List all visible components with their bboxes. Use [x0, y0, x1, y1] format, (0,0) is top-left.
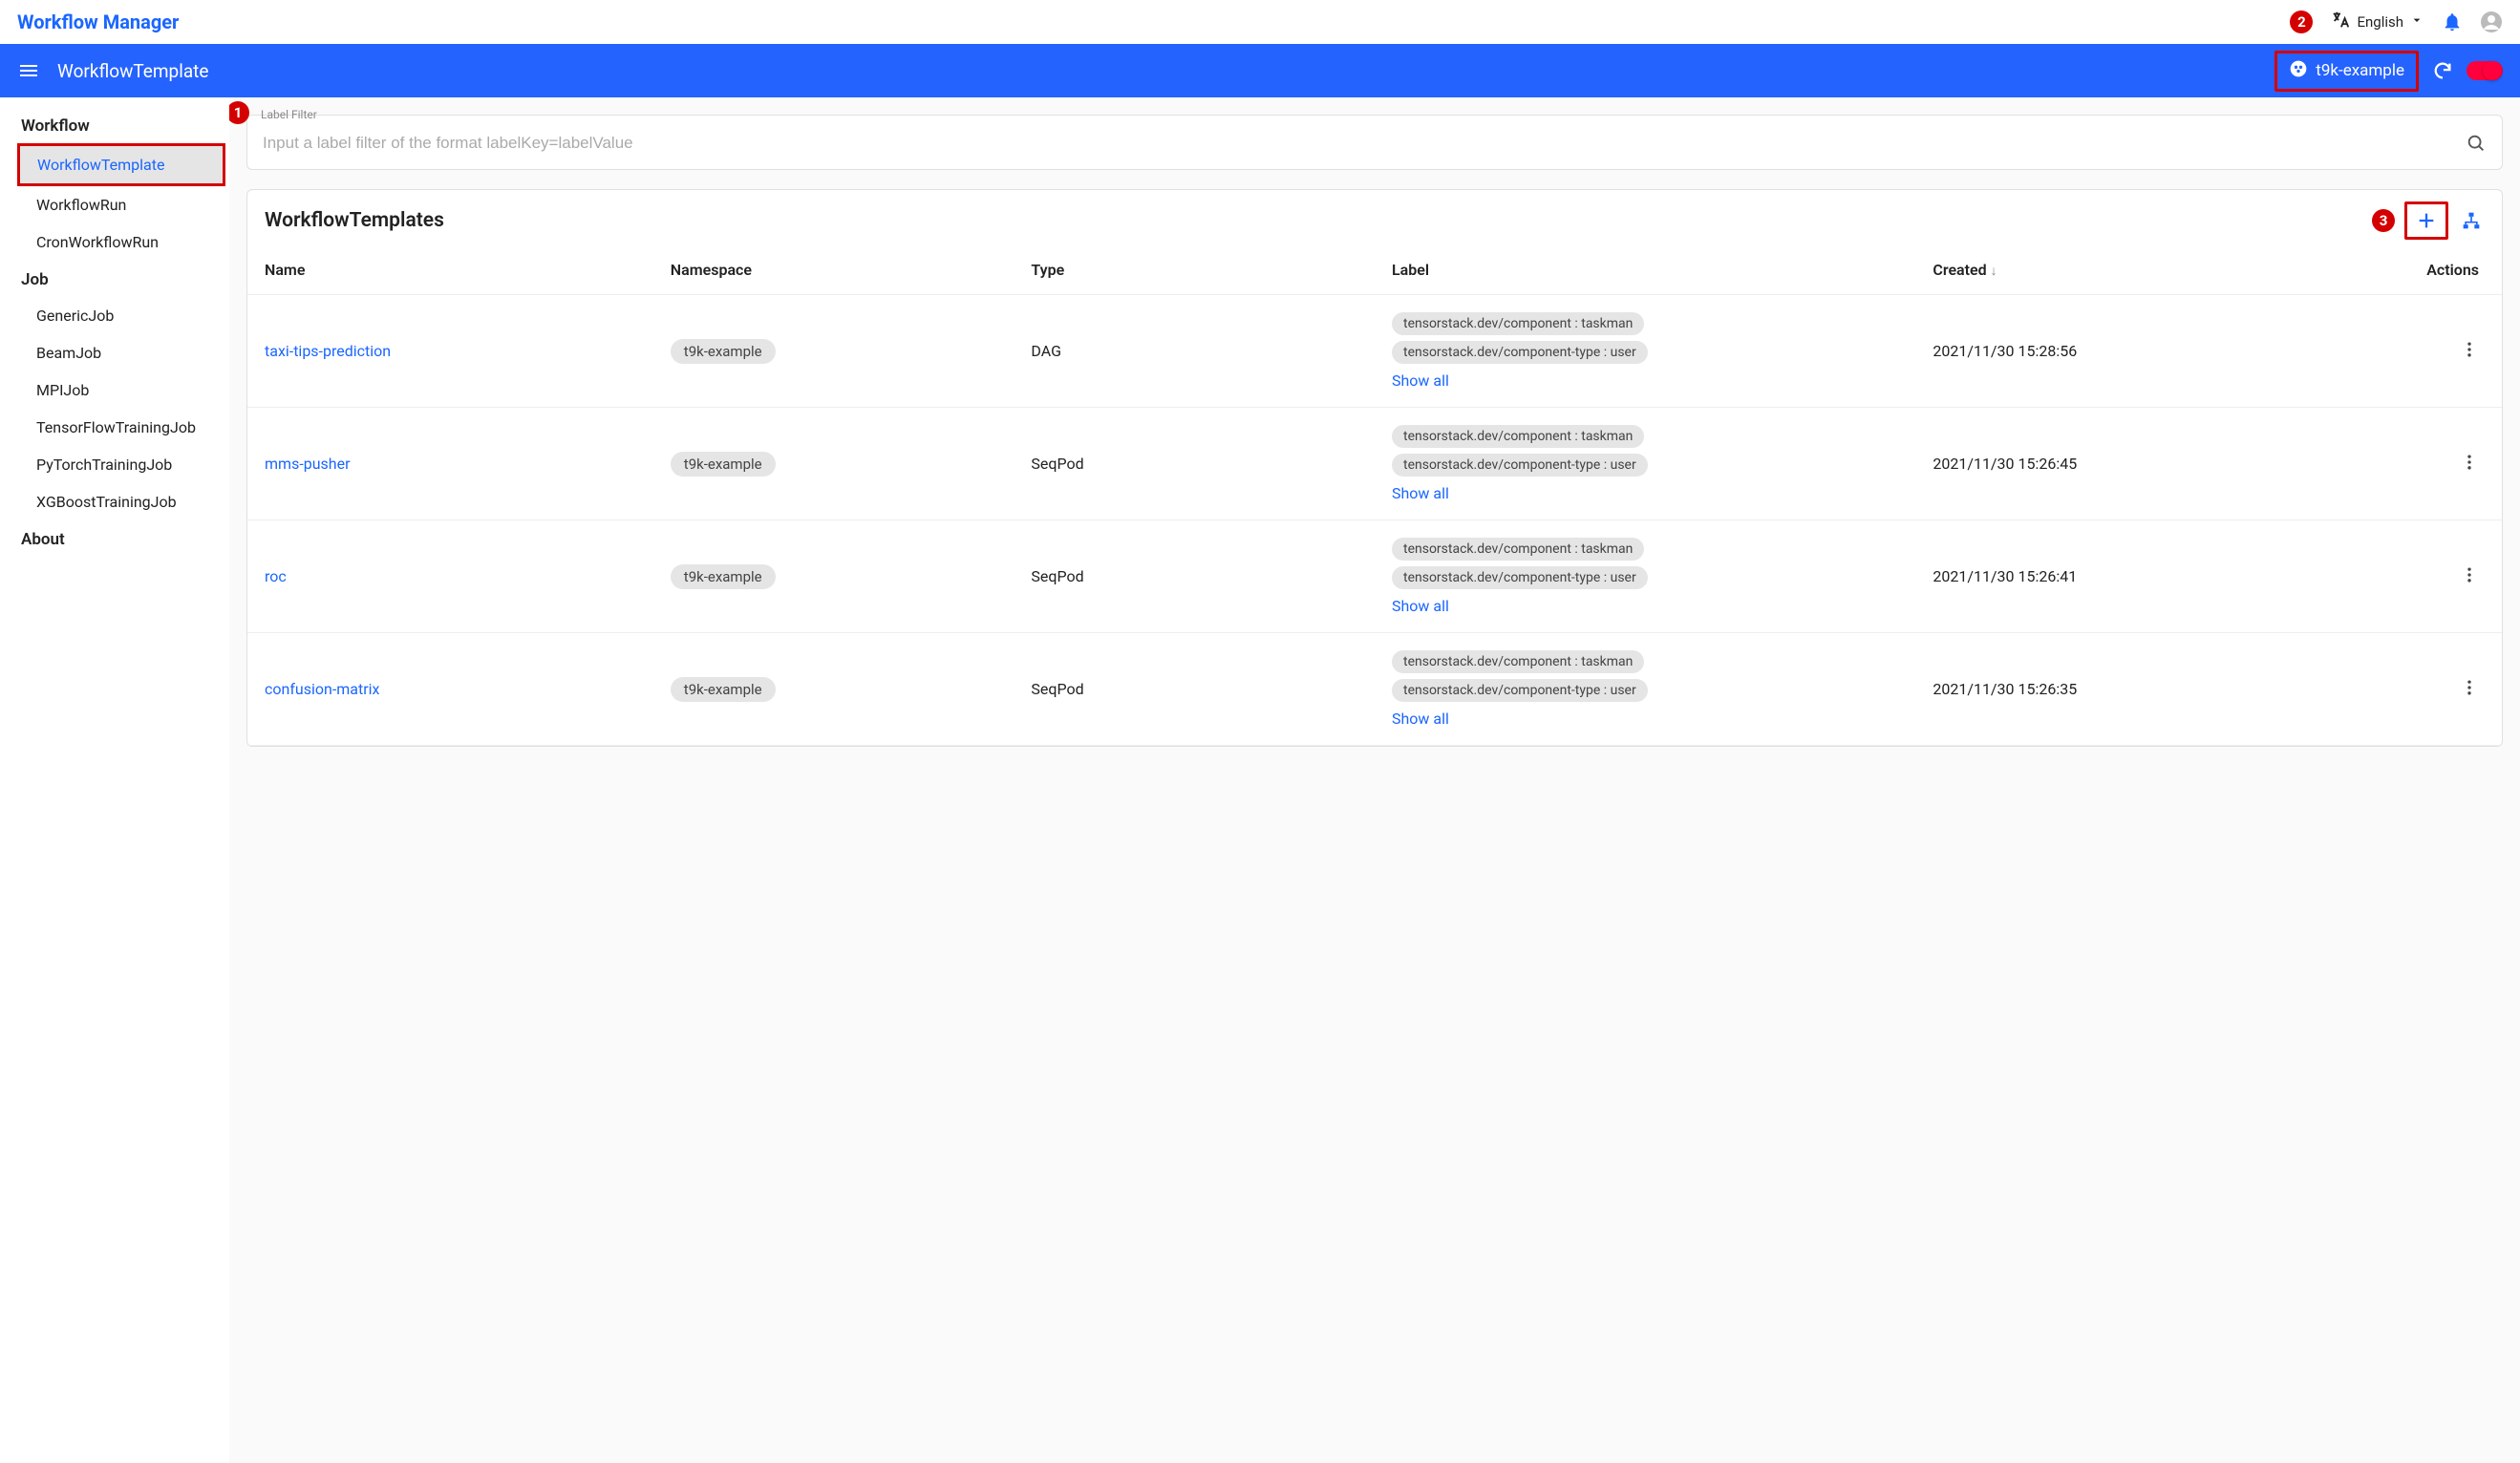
page-title: WorkflowTemplate [57, 60, 208, 82]
topbar-right: 2 English [2290, 10, 2503, 34]
label-cell: tensorstack.dev/component : taskman tenso… [1375, 633, 1915, 746]
table-header: WorkflowTemplates 3 [247, 190, 2502, 244]
more-icon[interactable] [2460, 570, 2479, 588]
main: WorkflowWorkflowTemplateWorkflowRunCronW… [0, 97, 2520, 1463]
filter-card: Label Filter [246, 115, 2503, 170]
table-header-actions: 3 [2372, 201, 2485, 240]
refresh-icon[interactable] [2432, 60, 2453, 81]
created-cell: 2021/11/30 15:26:41 [1915, 520, 2321, 633]
label-cell: tensorstack.dev/component : taskman tenso… [1375, 295, 1915, 408]
sidebar-item-pytorchtrainingjob[interactable]: PyTorchTrainingJob [0, 446, 229, 483]
label-chip: tensorstack.dev/component-type : user [1392, 454, 1648, 477]
created-cell: 2021/11/30 15:28:56 [1915, 295, 2321, 408]
table-title: WorkflowTemplates [265, 209, 444, 232]
sidebar-item-tensorflowtrainingjob[interactable]: TensorFlowTrainingJob [0, 409, 229, 446]
sidebar-section-title[interactable]: About [0, 520, 229, 557]
app-bar: WorkflowTemplate t9k-example [0, 44, 2520, 97]
callout-2: 2 [2290, 11, 2313, 33]
label-chip: tensorstack.dev/component-type : user [1392, 341, 1648, 364]
show-all-link[interactable]: Show all [1392, 484, 1898, 502]
workflow-templates-table: Name Namespace Type Label Created↓ Actio… [247, 244, 2502, 746]
notifications-icon[interactable] [2442, 11, 2463, 32]
language-selector[interactable]: English [2330, 10, 2424, 34]
namespace-chip: t9k-example [671, 452, 776, 477]
table-card: WorkflowTemplates 3 Name Namespace [246, 189, 2503, 747]
add-button[interactable] [2404, 201, 2448, 240]
table-row: roct9k-exampleSeqPodtensorstack.dev/comp… [247, 520, 2502, 633]
label-chip: tensorstack.dev/component-type : user [1392, 566, 1648, 589]
table-header-row: Name Namespace Type Label Created↓ Actio… [247, 244, 2502, 295]
namespace-chip: t9k-example [671, 564, 776, 589]
language-label: English [2357, 13, 2403, 31]
sidebar-item-cronworkflowrun[interactable]: CronWorkflowRun [0, 223, 229, 261]
filter-label: Label Filter [259, 108, 319, 121]
col-actions: Actions [2321, 244, 2502, 295]
col-created[interactable]: Created↓ [1915, 244, 2321, 295]
label-cell: tensorstack.dev/component : taskman tenso… [1375, 408, 1915, 520]
account-icon[interactable] [2480, 11, 2503, 33]
app-title[interactable]: Workflow Manager [17, 11, 179, 33]
col-namespace[interactable]: Namespace [653, 244, 1014, 295]
label-chip: tensorstack.dev/component : taskman [1392, 650, 1644, 673]
sidebar-item-genericjob[interactable]: GenericJob [0, 297, 229, 334]
template-name-link[interactable]: taxi-tips-prediction [265, 342, 391, 360]
project-icon [2289, 59, 2308, 83]
content: 1 Label Filter WorkflowTemplates 3 [229, 97, 2520, 1463]
type-cell: SeqPod [1014, 520, 1375, 633]
label-chip: tensorstack.dev/component-type : user [1392, 679, 1648, 702]
app-bar-right: t9k-example [2274, 51, 2503, 92]
created-cell: 2021/11/30 15:26:45 [1915, 408, 2321, 520]
callout-3: 3 [2372, 209, 2395, 232]
label-chip: tensorstack.dev/component : taskman [1392, 425, 1644, 448]
sidebar-item-workflowrun[interactable]: WorkflowRun [0, 186, 229, 223]
col-type[interactable]: Type [1014, 244, 1375, 295]
show-all-link[interactable]: Show all [1392, 597, 1898, 615]
namespace-chip: t9k-example [671, 339, 776, 364]
template-name-link[interactable]: mms-pusher [265, 455, 351, 473]
type-cell: SeqPod [1014, 408, 1375, 520]
sidebar-item-xgboosttrainingjob[interactable]: XGBoostTrainingJob [0, 483, 229, 520]
more-icon[interactable] [2460, 683, 2479, 701]
project-label: t9k-example [2316, 61, 2404, 80]
table-row: confusion-matrixt9k-exampleSeqPodtensors… [247, 633, 2502, 746]
template-name-link[interactable]: roc [265, 567, 287, 585]
topbar: Workflow Manager 2 English [0, 0, 2520, 44]
sidebar-item-mpijob[interactable]: MPIJob [0, 371, 229, 409]
type-cell: DAG [1014, 295, 1375, 408]
sidebar: WorkflowWorkflowTemplateWorkflowRunCronW… [0, 97, 229, 1463]
sidebar-section-title: Workflow [0, 107, 229, 143]
theme-toggle[interactable] [2467, 61, 2503, 80]
sidebar-section-title: Job [0, 261, 229, 297]
col-label[interactable]: Label [1375, 244, 1915, 295]
label-chip: tensorstack.dev/component : taskman [1392, 538, 1644, 561]
table-row: taxi-tips-predictiont9k-exampleDAGtensor… [247, 295, 2502, 408]
table-row: mms-pushert9k-exampleSeqPodtensorstack.d… [247, 408, 2502, 520]
template-name-link[interactable]: confusion-matrix [265, 680, 379, 698]
more-icon[interactable] [2460, 345, 2479, 363]
namespace-chip: t9k-example [671, 677, 776, 702]
sort-desc-icon: ↓ [1991, 264, 1997, 279]
show-all-link[interactable]: Show all [1392, 710, 1898, 728]
chevron-down-icon [2409, 12, 2424, 32]
more-icon[interactable] [2460, 457, 2479, 476]
type-cell: SeqPod [1014, 633, 1375, 746]
col-name[interactable]: Name [247, 244, 653, 295]
translate-icon [2330, 10, 2351, 34]
app-bar-left: WorkflowTemplate [17, 59, 208, 82]
show-all-link[interactable]: Show all [1392, 371, 1898, 390]
label-cell: tensorstack.dev/component : taskman tenso… [1375, 520, 1915, 633]
sidebar-item-beamjob[interactable]: BeamJob [0, 334, 229, 371]
menu-icon[interactable] [17, 59, 40, 82]
search-icon[interactable] [2466, 133, 2487, 154]
sidebar-item-workflowtemplate[interactable]: WorkflowTemplate [20, 146, 223, 183]
label-filter-input[interactable] [263, 134, 2466, 153]
tree-view-button[interactable] [2458, 207, 2485, 234]
label-chip: tensorstack.dev/component : taskman [1392, 312, 1644, 335]
project-selector[interactable]: t9k-example [2274, 51, 2419, 92]
created-cell: 2021/11/30 15:26:35 [1915, 633, 2321, 746]
